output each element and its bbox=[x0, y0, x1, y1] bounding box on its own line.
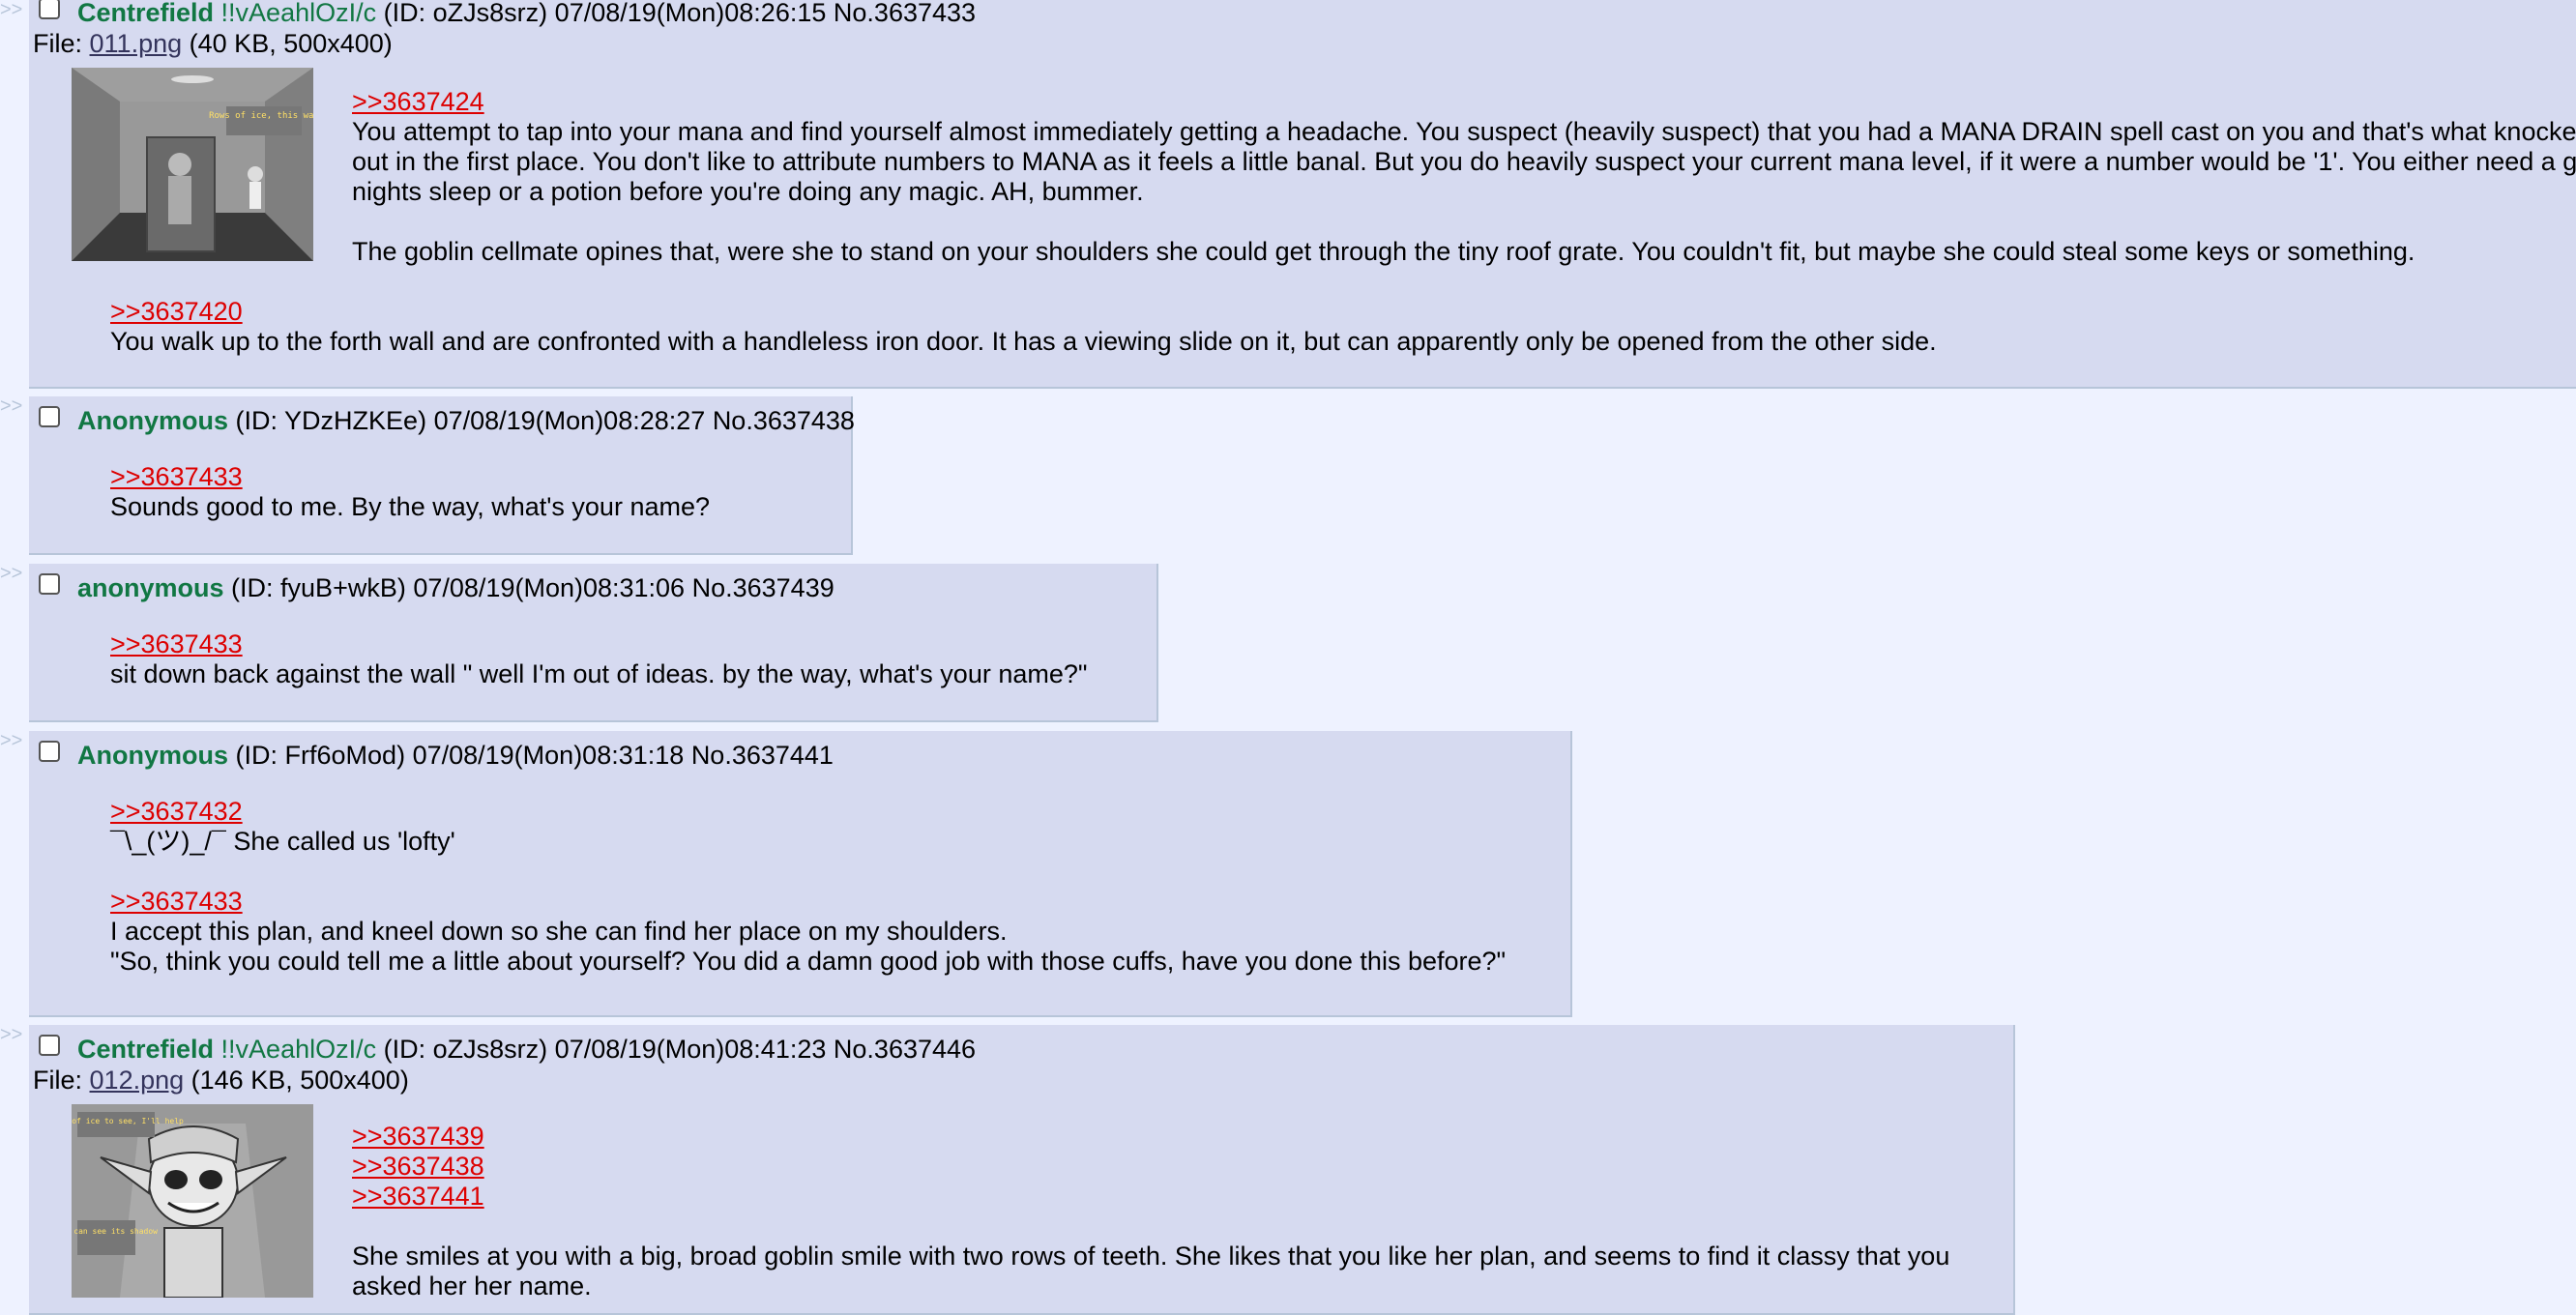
post-select-checkbox[interactable] bbox=[39, 406, 60, 427]
side-marker: >> bbox=[0, 563, 23, 584]
post-number[interactable]: No.3637446 bbox=[834, 1035, 976, 1064]
poster-id[interactable]: (ID: oZJs8srz) bbox=[384, 1035, 548, 1064]
side-marker: >> bbox=[0, 395, 23, 417]
post-number[interactable]: No.3637441 bbox=[691, 741, 834, 770]
quote-link[interactable]: >>3637441 bbox=[352, 1182, 1949, 1212]
thumb-caption-top: Rows of ice to see, I'll help bbox=[72, 1117, 184, 1125]
quote-link[interactable]: >>3637438 bbox=[352, 1152, 1949, 1182]
body-line: ¯\_(ツ)_/¯ She called us 'lofty' bbox=[110, 827, 455, 856]
poster-name[interactable]: Centrefield bbox=[77, 1035, 214, 1064]
post-3637433: Centrefield !!vAeahlOzI/c (ID: oZJs8srz)… bbox=[29, 0, 2576, 389]
quote-link[interactable]: >>3637433 bbox=[110, 462, 710, 492]
body-line: sit down back against the wall " well I'… bbox=[110, 659, 1088, 688]
poster-id[interactable]: (ID: YDzHZKEe) bbox=[236, 406, 427, 435]
post-select-checkbox[interactable] bbox=[39, 0, 60, 19]
post-select-checkbox[interactable] bbox=[39, 1035, 60, 1056]
poster-id[interactable]: (ID: fyuB+wkB) bbox=[231, 573, 406, 602]
body-line: You walk up to the forth wall and are co… bbox=[110, 327, 1937, 356]
body-line: I accept this plan, and kneel down so sh… bbox=[110, 917, 1008, 946]
tripcode: !!vAeahlOzI/c bbox=[220, 1035, 377, 1064]
post-3637446: Centrefield !!vAeahlOzI/c (ID: oZJs8srz)… bbox=[29, 1025, 2015, 1315]
body-line: asked her her name. bbox=[352, 1271, 592, 1300]
thumb-caption-bottom: You can see its shadow bbox=[72, 1227, 158, 1236]
body-line: She smiles at you with a big, broad gobl… bbox=[352, 1242, 1950, 1271]
poster-id[interactable]: (ID: oZJs8srz) bbox=[384, 0, 548, 27]
post-3637441: Anonymous (ID: Frf6oMod) 07/08/19(Mon)08… bbox=[29, 731, 1572, 1017]
poster-name[interactable]: Anonymous bbox=[77, 406, 228, 435]
side-marker: >> bbox=[0, 730, 23, 751]
file-link[interactable]: 012.png bbox=[90, 1066, 185, 1095]
thumb-caption: Rows of ice, this way bbox=[209, 111, 313, 121]
post-header: Anonymous (ID: YDzHZKEe) 07/08/19(Mon)08… bbox=[77, 406, 855, 436]
post-body: >>3637439 >>3637438 >>3637441 She smiles… bbox=[352, 1122, 1949, 1301]
post-body: >>3637424 You attempt to tap into your m… bbox=[352, 87, 2576, 267]
post-header: Anonymous (ID: Frf6oMod) 07/08/19(Mon)08… bbox=[77, 741, 834, 771]
body-line: You attempt to tap into your mana and fi… bbox=[352, 117, 2576, 146]
post-select-checkbox[interactable] bbox=[39, 573, 60, 595]
post-header: anonymous (ID: fyuB+wkB) 07/08/19(Mon)08… bbox=[77, 573, 834, 603]
quote-link[interactable]: >>3637433 bbox=[110, 887, 1506, 917]
poster-name[interactable]: Anonymous bbox=[77, 741, 228, 770]
post-datetime: 07/08/19(Mon)08:31:06 bbox=[413, 573, 686, 602]
quote-link[interactable]: >>3637433 bbox=[110, 629, 1087, 659]
quote-link[interactable]: >>3637424 bbox=[352, 87, 2576, 117]
post-datetime: 07/08/19(Mon)08:28:27 bbox=[433, 406, 706, 435]
post-body-2: >>3637420 You walk up to the forth wall … bbox=[110, 297, 1937, 357]
body-line: "So, think you could tell me a little ab… bbox=[110, 947, 1507, 976]
post-body: >>3637433 Sounds good to me. By the way,… bbox=[110, 462, 710, 522]
post-body: >>3637432 ¯\_(ツ)_/¯ She called us 'lofty… bbox=[110, 797, 1506, 977]
post-thumbnail[interactable]: Rows of ice, this way bbox=[72, 68, 313, 261]
post-number[interactable]: No.3637438 bbox=[713, 406, 855, 435]
file-label: File: bbox=[33, 1066, 83, 1095]
post-number[interactable]: No.3637433 bbox=[834, 0, 976, 27]
side-marker: >> bbox=[0, 0, 23, 20]
body-line: Sounds good to me. By the way, what's yo… bbox=[110, 492, 710, 521]
quote-link[interactable]: >>3637439 bbox=[352, 1122, 1949, 1152]
post-thumbnail[interactable]: Rows of ice to see, I'll help You can se… bbox=[72, 1104, 313, 1298]
body-line: out in the first place. You don't like t… bbox=[352, 147, 2576, 176]
post-datetime: 07/08/19(Mon)08:31:18 bbox=[412, 741, 685, 770]
post-datetime: 07/08/19(Mon)08:41:23 bbox=[554, 1035, 827, 1064]
quote-link[interactable]: >>3637432 bbox=[110, 797, 1506, 827]
post-3637438: Anonymous (ID: YDzHZKEe) 07/08/19(Mon)08… bbox=[29, 396, 855, 555]
post-header: Centrefield !!vAeahlOzI/c (ID: oZJs8srz)… bbox=[77, 1035, 976, 1065]
file-link[interactable]: 011.png bbox=[90, 29, 183, 58]
post-datetime: 07/08/19(Mon)08:26:15 bbox=[554, 0, 827, 27]
file-meta: (146 KB, 500x400) bbox=[190, 1066, 409, 1095]
poster-name[interactable]: anonymous bbox=[77, 573, 224, 602]
poster-id[interactable]: (ID: Frf6oMod) bbox=[236, 741, 406, 770]
body-line: The goblin cellmate opines that, were sh… bbox=[352, 237, 2415, 266]
tripcode: !!vAeahlOzI/c bbox=[220, 0, 377, 27]
quote-link[interactable]: >>3637420 bbox=[110, 297, 1937, 327]
file-info: File: 012.png (146 KB, 500x400) bbox=[33, 1066, 409, 1096]
file-meta: (40 KB, 500x400) bbox=[189, 29, 393, 58]
body-line: nights sleep or a potion before you're d… bbox=[352, 177, 1144, 206]
file-label: File: bbox=[33, 29, 83, 58]
file-info: File: 011.png (40 KB, 500x400) bbox=[33, 29, 393, 59]
poster-name[interactable]: Centrefield bbox=[77, 0, 214, 27]
post-number[interactable]: No.3637439 bbox=[692, 573, 834, 602]
post-select-checkbox[interactable] bbox=[39, 741, 60, 762]
side-marker: >> bbox=[0, 1024, 23, 1045]
post-header: Centrefield !!vAeahlOzI/c (ID: oZJs8srz)… bbox=[77, 0, 976, 28]
post-body: >>3637433 sit down back against the wall… bbox=[110, 629, 1087, 689]
post-3637439: anonymous (ID: fyuB+wkB) 07/08/19(Mon)08… bbox=[29, 564, 1158, 722]
